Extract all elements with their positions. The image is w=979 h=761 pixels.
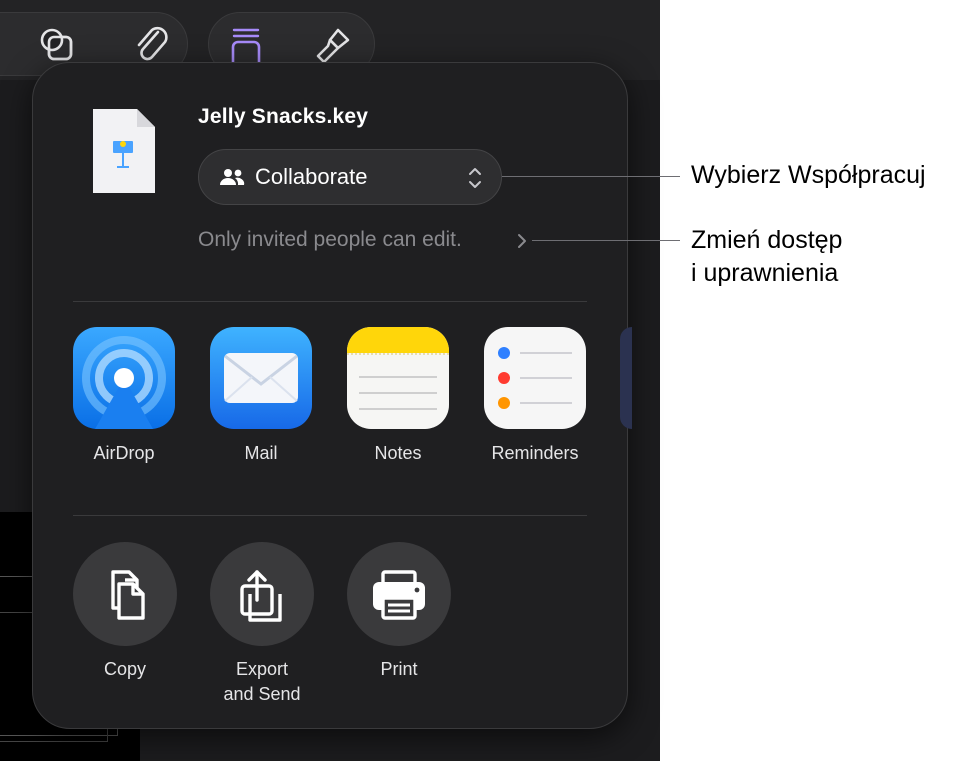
- callout-access-line1: Zmień dostęp: [691, 226, 843, 254]
- mail-icon: [210, 327, 312, 429]
- copy-icon: [111, 570, 145, 620]
- export-icon: [240, 570, 282, 622]
- next-app-peek[interactable]: [620, 327, 632, 429]
- print-label: Print: [380, 659, 418, 679]
- export-send-button[interactable]: [210, 542, 314, 646]
- notes-app[interactable]: [347, 327, 449, 429]
- share-sheet: Jelly Snacks.key Collaborate Only invite…: [32, 62, 632, 729]
- chevron-updown-icon: [469, 168, 481, 188]
- printer-icon: [373, 570, 425, 620]
- people-icon: [220, 169, 245, 185]
- reminders-label: Reminders: [491, 443, 579, 463]
- collaborate-label: Collaborate: [255, 164, 368, 189]
- airdrop-label: AirDrop: [93, 443, 155, 463]
- print-button[interactable]: [347, 542, 451, 646]
- mail-label: Mail: [244, 443, 278, 463]
- notes-label: Notes: [374, 443, 422, 463]
- divider: [73, 301, 587, 302]
- callout-access: Zmień dostęp i uprawnienia: [691, 224, 842, 290]
- notes-icon: [347, 327, 449, 429]
- access-permissions-link[interactable]: Only invited people can edit.: [198, 228, 462, 252]
- callout-access-line2: i uprawnienia: [691, 259, 839, 287]
- callout-leader-access: [532, 240, 680, 241]
- copy-label: Copy: [103, 659, 147, 679]
- export-label-line2: and Send: [223, 684, 301, 704]
- export-send-label: Export and Send: [192, 657, 332, 707]
- chevron-right-icon[interactable]: [517, 233, 527, 249]
- collaborate-dropdown[interactable]: Collaborate: [198, 149, 502, 205]
- reminders-app[interactable]: [484, 327, 586, 429]
- callout-leader-collaborate: [502, 176, 680, 177]
- keynote-file-icon: [91, 107, 157, 195]
- mail-app[interactable]: [210, 327, 312, 429]
- airdrop-icon: [73, 327, 175, 429]
- copy-button[interactable]: [73, 542, 177, 646]
- callout-collaborate: Wybierz Współpracuj: [691, 161, 926, 189]
- airdrop-app[interactable]: [73, 327, 175, 429]
- reminders-icon: [484, 327, 586, 429]
- divider: [73, 515, 587, 516]
- file-name: Jelly Snacks.key: [198, 105, 369, 128]
- export-label-line1: Export: [235, 659, 289, 679]
